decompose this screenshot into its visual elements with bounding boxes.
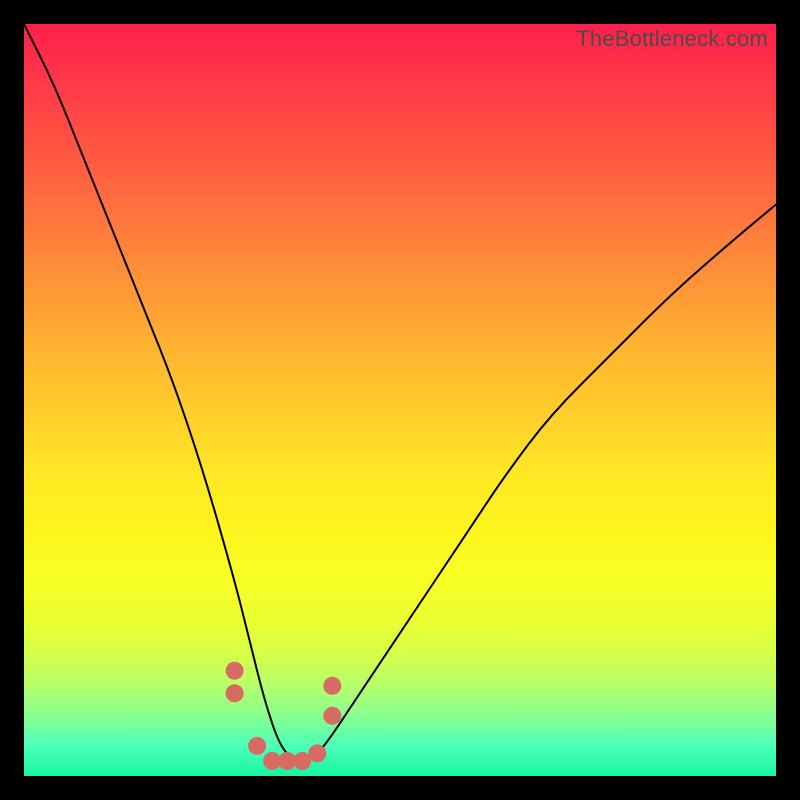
plot-area: TheBottleneck.com: [24, 24, 776, 776]
mismatch-curve: [24, 24, 776, 761]
sample-dot: [226, 662, 244, 680]
chart-frame: TheBottleneck.com: [0, 0, 800, 800]
curve-layer: [24, 24, 776, 776]
sample-dots-group: [226, 662, 342, 770]
sample-dot: [308, 744, 326, 762]
sample-dot: [323, 677, 341, 695]
sample-dot: [323, 707, 341, 725]
sample-dot: [248, 737, 266, 755]
watermark-text: TheBottleneck.com: [576, 26, 768, 52]
sample-dot: [226, 684, 244, 702]
